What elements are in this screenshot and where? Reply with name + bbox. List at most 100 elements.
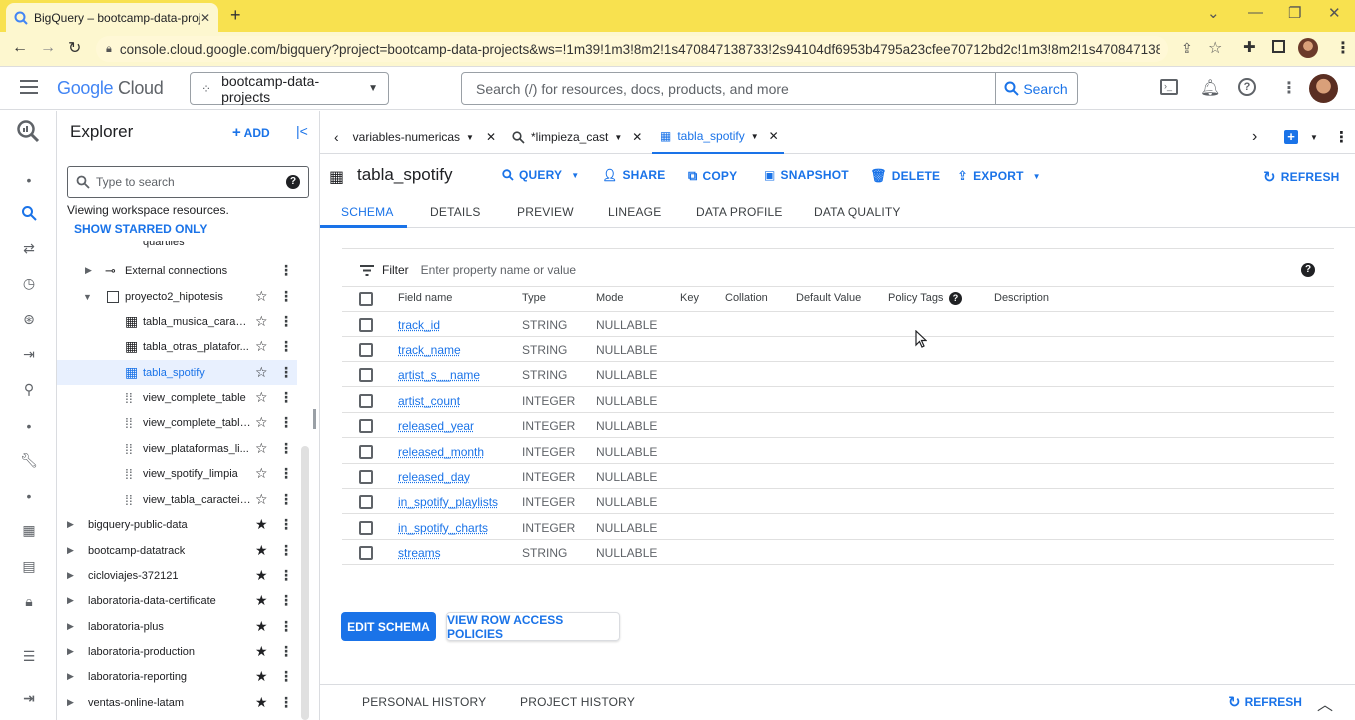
- delete-button[interactable]: 🗑︎ DELETE: [870, 168, 940, 184]
- star-outline-icon[interactable]: ☆: [255, 491, 268, 508]
- export-button[interactable]: ⇪ EXPORT ▼: [957, 168, 1041, 184]
- star-outline-icon[interactable]: ☆: [255, 440, 268, 457]
- col-key[interactable]: Key: [680, 292, 699, 304]
- copy-button[interactable]: ⧉ COPY: [688, 168, 737, 184]
- tree-item-partial[interactable]: quartiles: [143, 241, 185, 251]
- tree-view-complete-2[interactable]: ⁞⁞ view_complete_table... ☆ ⋮: [57, 410, 297, 435]
- tab-limpieza-cast[interactable]: *limpieza_cast ▼ ✕: [512, 120, 642, 154]
- star-filled-icon[interactable]: ★: [255, 567, 268, 584]
- more-options-icon[interactable]: ⋮: [279, 389, 293, 406]
- more-options-icon[interactable]: ⋮: [279, 338, 293, 355]
- maximize-icon[interactable]: ❐: [1288, 4, 1301, 22]
- subtab-details[interactable]: DETAILS: [430, 205, 481, 219]
- field-name[interactable]: in_spotify_playlists: [398, 495, 498, 509]
- tree-view-spotify-limpia[interactable]: ⁞⁞ view_spotify_limpia ☆ ⋮: [57, 461, 297, 486]
- history-refresh-button[interactable]: ↻ REFRESH: [1228, 693, 1302, 711]
- explorer-search-icon[interactable]: [18, 202, 40, 224]
- project-selector[interactable]: ⁘ bootcamp-data-projects ▼: [190, 72, 389, 105]
- more-options-icon[interactable]: ⋮: [279, 618, 293, 635]
- close-icon[interactable]: ✕: [769, 129, 779, 143]
- row-checkbox[interactable]: [359, 318, 373, 332]
- row-checkbox[interactable]: [359, 546, 373, 560]
- explorer-scrollbar[interactable]: [301, 446, 309, 720]
- more-options-icon[interactable]: ⋮: [279, 592, 293, 609]
- expand-arrow-icon[interactable]: ▶: [67, 697, 74, 708]
- query-button[interactable]: QUERY ▼: [502, 168, 579, 182]
- star-outline-icon[interactable]: ☆: [255, 288, 268, 305]
- filter-input[interactable]: Enter property name or value: [421, 263, 1301, 277]
- chevron-up-icon[interactable]: ︿: [1317, 691, 1333, 715]
- explorer-search-input[interactable]: Type to search ?: [67, 166, 309, 198]
- more-options-icon[interactable]: ⋮: [279, 414, 293, 431]
- refresh-button[interactable]: ↻ REFRESH: [1263, 168, 1340, 186]
- more-options-icon[interactable]: ⋮: [279, 262, 293, 279]
- tree-external-connections[interactable]: ▶ ⊸ External connections ⋮: [57, 258, 297, 283]
- more-options-icon[interactable]: ⋮: [279, 465, 293, 482]
- close-tab-icon[interactable]: ✕: [200, 11, 210, 25]
- tree-table-spotify-selected[interactable]: ▦ tabla_spotify ☆ ⋮: [57, 360, 297, 385]
- browser-tab[interactable]: BigQuery – bootcamp-data-proj ✕: [6, 3, 218, 32]
- browser-menu-icon[interactable]: ⋮: [1335, 38, 1351, 58]
- tree-view-tabla-caract[interactable]: ⁞⁞ view_tabla_caracteir... ☆ ⋮: [57, 487, 297, 512]
- expand-arrow-icon[interactable]: ▶: [67, 570, 74, 581]
- subtab-lineage[interactable]: LINEAGE: [608, 205, 661, 219]
- field-name[interactable]: in_spotify_charts: [398, 521, 488, 535]
- hamburger-menu-icon[interactable]: [20, 80, 38, 94]
- tab-dropdown-icon[interactable]: ▼: [614, 133, 622, 142]
- dataform-icon[interactable]: ⇥: [18, 343, 40, 365]
- more-options-icon[interactable]: ⋮: [279, 694, 293, 711]
- star-outline-icon[interactable]: ☆: [255, 414, 268, 431]
- chevron-right-icon[interactable]: ›: [1252, 120, 1257, 154]
- view-row-access-policies-button[interactable]: VIEW ROW ACCESS POLICIES: [446, 612, 620, 641]
- tab-variables-numericas[interactable]: ‹ variables-numericas ▼ ✕: [334, 120, 496, 154]
- add-button[interactable]: + ADD: [232, 124, 270, 141]
- expand-arrow-icon[interactable]: ▶: [67, 621, 74, 632]
- cloud-shell-icon[interactable]: ›_: [1160, 79, 1178, 95]
- close-icon[interactable]: ✕: [486, 130, 496, 144]
- tabs-more-icon[interactable]: ⋮: [1334, 120, 1349, 154]
- tree-project[interactable]: ▶ cicloviajes-372121 ★ ⋮: [57, 563, 297, 588]
- expand-arrow-icon[interactable]: ▶: [67, 545, 74, 556]
- back-icon[interactable]: ←: [12, 39, 28, 57]
- explorer-resize-handle[interactable]: [313, 409, 316, 429]
- tab-dropdown-icon[interactable]: ▼: [466, 133, 474, 142]
- row-checkbox[interactable]: [359, 521, 373, 535]
- profile-avatar[interactable]: [1298, 38, 1318, 58]
- star-outline-icon[interactable]: ☆: [255, 313, 268, 330]
- star-outline-icon[interactable]: ☆: [255, 338, 268, 355]
- star-filled-icon[interactable]: ★: [255, 542, 268, 559]
- scheduled-queries-icon[interactable]: ◷: [18, 272, 40, 294]
- policy-lock-icon[interactable]: 🔒︎: [18, 590, 40, 612]
- row-checkbox[interactable]: [359, 394, 373, 408]
- window-close-icon[interactable]: ✕: [1328, 4, 1341, 22]
- snapshot-button[interactable]: ▣ SNAPSHOT: [764, 168, 849, 182]
- row-checkbox[interactable]: [359, 419, 373, 433]
- more-options-icon[interactable]: ⋮: [279, 491, 293, 508]
- close-icon[interactable]: ✕: [632, 130, 642, 144]
- minimize-icon[interactable]: —: [1248, 4, 1263, 21]
- star-filled-icon[interactable]: ★: [255, 516, 268, 533]
- monitoring-icon[interactable]: ▤: [18, 555, 40, 577]
- analytics-hub-icon[interactable]: ⊛: [18, 308, 40, 330]
- more-options-icon[interactable]: ⋮: [279, 567, 293, 584]
- col-default-value[interactable]: Default Value: [796, 292, 861, 304]
- select-all-checkbox[interactable]: [359, 292, 373, 306]
- side-panel-icon[interactable]: [1272, 40, 1285, 53]
- tree-view-complete[interactable]: ⁞⁞ view_complete_table ☆ ⋮: [57, 385, 297, 410]
- console-search-input[interactable]: Search (/) for resources, docs, products…: [461, 72, 996, 105]
- tree-project[interactable]: ▶ laboratoria-data-certificate ★ ⋮: [57, 588, 297, 613]
- star-filled-icon[interactable]: ★: [255, 668, 268, 685]
- star-filled-icon[interactable]: ★: [255, 694, 268, 711]
- show-starred-link[interactable]: SHOW STARRED ONLY: [74, 222, 207, 236]
- collapse-rail-icon[interactable]: ⇥: [18, 687, 40, 709]
- star-filled-icon[interactable]: ★: [255, 592, 268, 609]
- tree-project[interactable]: ▶ bootcamp-datatrack ★ ⋮: [57, 538, 297, 563]
- tree-project[interactable]: ▶ laboratoria-reporting ★ ⋮: [57, 664, 297, 689]
- new-query-dropdown-icon[interactable]: ▼: [1310, 133, 1318, 142]
- col-description[interactable]: Description: [994, 292, 1049, 304]
- new-tab-icon[interactable]: +: [230, 5, 241, 26]
- field-name[interactable]: artist_count: [398, 394, 460, 408]
- col-field-name[interactable]: Field name: [398, 292, 452, 304]
- collapse-explorer-icon[interactable]: |<: [296, 123, 308, 139]
- tree-table-musica[interactable]: ▦ tabla_musica_caract... ☆ ⋮: [57, 309, 297, 334]
